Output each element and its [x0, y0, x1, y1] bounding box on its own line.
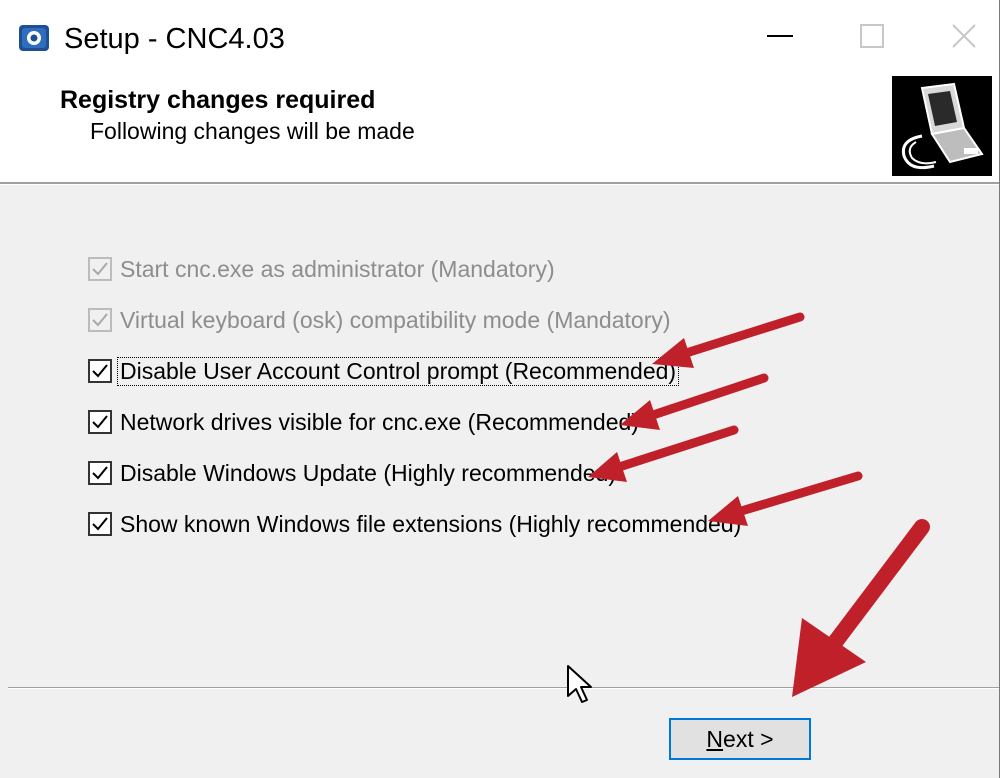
- checkbox-disable-windows-update[interactable]: [88, 461, 112, 485]
- page-subtitle: Following changes will be made: [90, 118, 415, 144]
- option-disable-windows-update[interactable]: Disable Windows Update (Highly recommend…: [88, 456, 618, 490]
- options-list: Start cnc.exe as administrator (Mandator…: [0, 184, 999, 684]
- option-start-admin: Start cnc.exe as administrator (Mandator…: [88, 252, 557, 286]
- checkmark-icon: [92, 466, 108, 480]
- checkmark-icon: [92, 415, 108, 429]
- wizard-header: Registry changes required Following chan…: [0, 76, 999, 182]
- setup-app-icon: [19, 25, 49, 51]
- title-bar[interactable]: Setup - CNC4.03: [0, 0, 999, 76]
- next-button-label: ext >: [723, 725, 774, 752]
- checkmark-icon: [92, 313, 108, 327]
- mouse-cursor-icon: [567, 665, 592, 703]
- maximize-icon: [860, 24, 884, 48]
- checkbox-start-admin: [88, 257, 112, 281]
- option-label: Start cnc.exe as administrator (Mandator…: [120, 255, 555, 282]
- option-label: Show known Windows file extensions (High…: [120, 510, 742, 537]
- minimize-button[interactable]: [734, 0, 826, 72]
- close-icon: [952, 24, 976, 48]
- next-accel-key: N: [706, 725, 724, 752]
- setup-window: Setup - CNC4.03 Registry changes require…: [0, 0, 1000, 778]
- footer-divider: [8, 687, 999, 689]
- checkmark-icon: [92, 364, 108, 378]
- option-label: Disable User Account Control prompt (Rec…: [116, 356, 680, 386]
- maximize-button[interactable]: [826, 0, 918, 72]
- close-button[interactable]: [918, 0, 1000, 72]
- wizard-computer-icon: [892, 76, 992, 176]
- option-label: Virtual keyboard (osk) compatibility mod…: [120, 306, 671, 333]
- checkbox-show-file-extensions[interactable]: [88, 512, 112, 536]
- page-title: Registry changes required: [60, 86, 376, 114]
- checkbox-disable-uac[interactable]: [88, 359, 112, 383]
- checkbox-network-drives[interactable]: [88, 410, 112, 434]
- option-osk-compat: Virtual keyboard (osk) compatibility mod…: [88, 303, 673, 337]
- option-disable-uac[interactable]: Disable User Account Control prompt (Rec…: [88, 354, 680, 388]
- option-show-file-extensions[interactable]: Show known Windows file extensions (High…: [88, 507, 743, 541]
- window-title: Setup - CNC4.03: [64, 23, 285, 55]
- option-label: Disable Windows Update (Highly recommend…: [120, 459, 616, 486]
- checkmark-icon: [92, 262, 108, 276]
- next-button[interactable]: Next >: [669, 718, 811, 760]
- checkmark-icon: [92, 517, 108, 531]
- option-network-drives[interactable]: Network drives visible for cnc.exe (Reco…: [88, 405, 641, 439]
- option-label: Network drives visible for cnc.exe (Reco…: [120, 408, 639, 435]
- minimize-icon: [767, 35, 793, 37]
- checkbox-osk-compat: [88, 308, 112, 332]
